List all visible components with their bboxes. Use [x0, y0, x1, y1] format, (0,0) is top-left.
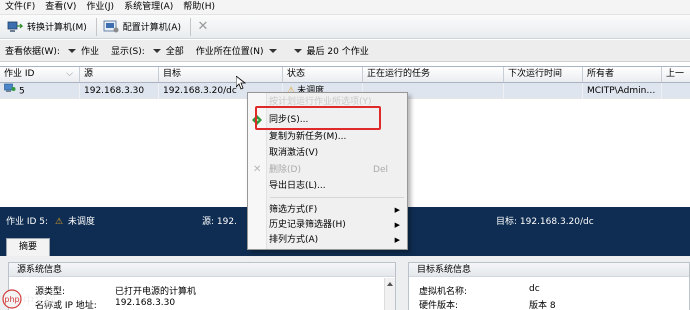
- submenu-arrow-icon: ▶: [394, 236, 400, 244]
- menu-help[interactable]: 帮助(H): [178, 0, 220, 15]
- recent-value: 最后 20 个作业: [306, 47, 369, 57]
- chevron-down-icon: [268, 48, 277, 53]
- convert-machine-label: 转换计算机(M): [27, 23, 87, 33]
- show-dropdown[interactable]: 全部: [152, 44, 184, 57]
- filter-icon[interactable]: ⌵: [66, 67, 73, 82]
- toolbar-separator: [95, 17, 97, 36]
- target-system-title: 目标系统信息: [409, 263, 689, 277]
- tab-summary[interactable]: 摘要: [6, 238, 50, 256]
- menu-item-history-filter[interactable]: 历史记录筛选器(H) ▶: [249, 218, 406, 232]
- column-header-job-id[interactable]: 作业 ID ⌵: [0, 67, 80, 82]
- menu-separator: [270, 197, 404, 198]
- configure-machine-icon: [103, 20, 119, 34]
- row-owner: MCITP\Admin…: [583, 83, 662, 99]
- delete-icon: ✕: [253, 164, 262, 175]
- toolbar-separator: [189, 17, 191, 36]
- recent-dropdown[interactable]: 最后 20 个作业: [293, 44, 369, 57]
- source-system-title: 源系统信息: [9, 263, 395, 277]
- scroll-up-icon[interactable]: [387, 282, 393, 286]
- source-ip-value: 192.168.3.30: [115, 298, 176, 308]
- hardware-version-key: 硬件版本:: [419, 301, 459, 310]
- menu-admin[interactable]: 系统管理(A): [119, 0, 178, 15]
- menu-item-arrange-by[interactable]: 排列方式(A) ▶: [249, 233, 406, 247]
- menu-job[interactable]: 作业(J): [81, 0, 119, 15]
- column-header-last[interactable]: 上一: [662, 67, 690, 82]
- summary-panel: 源系统信息 源类型: 已打开电源的计算机 名称或 IP 地址: 192.168.…: [0, 256, 690, 310]
- highlight-annotation: [255, 106, 381, 130]
- detail-job-id: 作业 ID 5:: [6, 217, 49, 227]
- toolbar: 转换计算机(M) 配置计算机(A) ✕: [0, 15, 690, 39]
- vm-name-key: 虚拟机名称:: [419, 287, 468, 297]
- view-by-value: 作业: [80, 47, 99, 57]
- configure-machine-button[interactable]: 配置计算机(A): [100, 17, 187, 37]
- location-value: 作业所在位置(N): [195, 47, 264, 57]
- warning-icon: ⚠: [54, 217, 64, 227]
- detail-title: 作业 ID 5: ⚠ 未调度: [6, 214, 95, 227]
- menu-view[interactable]: 查看(V): [40, 0, 81, 15]
- show-label: 显示(S):: [110, 47, 145, 57]
- filter-bar: 查看依据(W): 作业 显示(S): 全部 作业所在位置(N) 最后 20 个作…: [0, 40, 690, 62]
- view-by-label: 查看依据(W):: [5, 47, 60, 57]
- submenu-arrow-icon: ▶: [394, 206, 400, 214]
- job-list-header: 作业 ID ⌵ 源 目标 状态 正在运行的任务 下次运行时间 所有者 上一: [0, 66, 690, 83]
- detail-status: 未调度: [67, 217, 95, 227]
- target-system-box: 目标系统信息 虚拟机名称: dc 硬件版本: 版本 8: [408, 262, 690, 310]
- chevron-down-icon: [293, 48, 302, 53]
- submenu-arrow-icon: ▶: [394, 221, 400, 229]
- row-source: 192.168.3.30: [80, 83, 159, 99]
- source-type-value: 已打开电源的计算机: [115, 287, 197, 297]
- vm-name-value: dc: [529, 284, 540, 294]
- row-job-id: 5: [0, 83, 80, 99]
- column-header-running-task[interactable]: 正在运行的任务: [363, 67, 504, 82]
- menu-item-copy-as-new[interactable]: 复制为新任务(M)...: [249, 130, 406, 144]
- svg-text:php: php: [4, 295, 19, 304]
- column-header-next-run[interactable]: 下次运行时间: [504, 67, 583, 82]
- watermark-logo: php 中文网: [2, 289, 72, 309]
- menu-bar: 文件(F) 查看(V) 作业(J) 系统管理(A) 帮助(H): [0, 0, 690, 15]
- menu-item-filter-by[interactable]: 筛选方式(F) ▶: [249, 203, 406, 217]
- view-by-dropdown[interactable]: 作业: [67, 44, 99, 57]
- watermark-text: 中文网: [23, 294, 56, 307]
- job-id-value: 5: [19, 86, 25, 97]
- hardware-version-value: 版本 8: [529, 301, 556, 310]
- job-icon: [4, 83, 16, 99]
- convert-machine-button[interactable]: 转换计算机(M): [4, 17, 93, 37]
- location-dropdown[interactable]: 作业所在位置(N): [196, 44, 282, 57]
- delete-shortcut: Del: [373, 165, 388, 175]
- menu-item-export-log[interactable]: 导出日志(L)...: [249, 179, 406, 193]
- configure-machine-label: 配置计算机(A): [122, 23, 181, 33]
- scrollbar[interactable]: [384, 278, 395, 310]
- mouse-cursor-icon: [235, 75, 247, 90]
- column-header-owner[interactable]: 所有者: [583, 67, 662, 82]
- menu-item-delete[interactable]: ✕ 删除(D) Del: [249, 163, 406, 177]
- detail-target: 目标: 192.168.3.20/dc: [496, 217, 594, 227]
- menu-file[interactable]: 文件(F): [0, 0, 40, 15]
- column-header-source[interactable]: 源: [80, 67, 159, 82]
- close-icon[interactable]: ✕: [194, 18, 212, 36]
- convert-machine-icon: [7, 20, 24, 34]
- row-next-run: [504, 83, 583, 99]
- chevron-down-icon: [67, 48, 76, 53]
- chevron-down-icon: [152, 48, 161, 53]
- detail-source: 源: 192.: [202, 217, 237, 227]
- column-header-status[interactable]: 状态: [283, 67, 363, 82]
- column-header-target[interactable]: 目标: [159, 67, 283, 82]
- show-value: 全部: [165, 47, 184, 57]
- menu-item-deactivate[interactable]: 取消激活(V): [249, 146, 406, 160]
